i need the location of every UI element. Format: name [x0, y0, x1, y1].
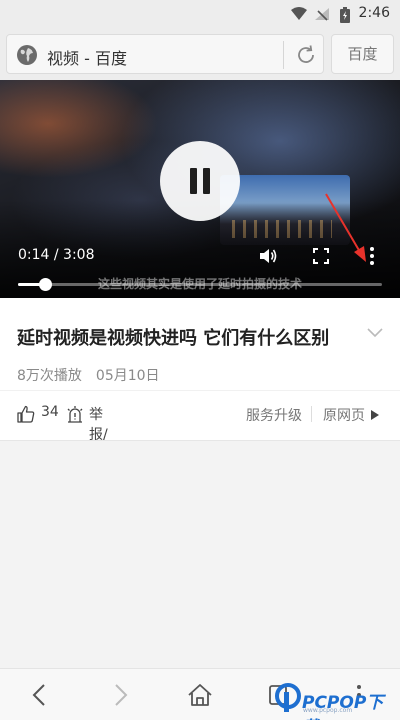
page-title: 视频 - 百度 — [47, 49, 127, 68]
fullscreen-icon[interactable] — [312, 247, 330, 265]
publish-date: 05月10日 — [95, 368, 160, 384]
content-blank-area — [0, 440, 400, 668]
view-count: 8万次播放 — [17, 368, 82, 384]
status-time: 2:46 — [358, 5, 390, 21]
address-divider — [283, 41, 284, 69]
video-progress-bar[interactable] — [18, 278, 382, 291]
status-bar: 2:46 — [0, 0, 400, 28]
report-icon[interactable] — [65, 404, 85, 424]
action-divider — [311, 406, 312, 422]
video-info-card: 延时视频是视频快进吗 它们有什么区别 8万次播放05月10日 34 举报/反馈 … — [0, 298, 400, 483]
back-icon[interactable] — [30, 683, 50, 707]
watermark-text: PCPOP下载 — [302, 693, 384, 720]
watermark-subtext: www.pcpop.com — [303, 707, 353, 714]
chevron-down-icon[interactable] — [367, 328, 383, 338]
watermark: PCPOP下载 www.pcpop.com — [272, 680, 400, 720]
search-engine-button[interactable]: 百度 — [331, 34, 394, 74]
video-player[interactable]: 0:14 / 3:08 这些视频其实是使用了延时拍摄的技术 — [0, 80, 400, 298]
video-time: 0:14 / 3:08 — [18, 247, 95, 263]
pause-icon-bar — [203, 168, 210, 194]
home-icon[interactable] — [186, 683, 214, 707]
video-progress-knob[interactable] — [38, 278, 52, 291]
service-upgrade-link[interactable]: 服务升级 — [246, 405, 302, 425]
wifi-icon — [291, 7, 307, 20]
divider — [0, 390, 400, 391]
address-bar[interactable]: 视频 - 百度 — [6, 34, 324, 74]
video-title: 延时视频是视频快进吗 它们有什么区别 — [17, 328, 330, 349]
pause-icon — [190, 168, 197, 194]
volume-icon[interactable] — [258, 246, 278, 266]
battery-icon — [340, 7, 350, 23]
original-page-link[interactable]: 原网页 — [323, 405, 380, 425]
pcpop-logo-icon — [275, 683, 301, 712]
play-triangle-icon — [371, 410, 379, 420]
video-meta: 8万次播放 05月10日 — [17, 365, 160, 385]
pause-button[interactable] — [160, 141, 240, 221]
globe-icon — [17, 45, 37, 65]
thumbs-up-icon[interactable] — [17, 405, 35, 423]
no-signal-icon — [315, 8, 329, 21]
more-options-icon[interactable] — [368, 246, 376, 266]
address-bar-row: 视频 - 百度 百度 — [0, 28, 400, 80]
refresh-icon[interactable] — [294, 43, 318, 67]
like-count[interactable]: 34 — [41, 404, 59, 420]
forward-icon[interactable] — [110, 683, 130, 707]
original-page-label: 原网页 — [323, 408, 365, 424]
